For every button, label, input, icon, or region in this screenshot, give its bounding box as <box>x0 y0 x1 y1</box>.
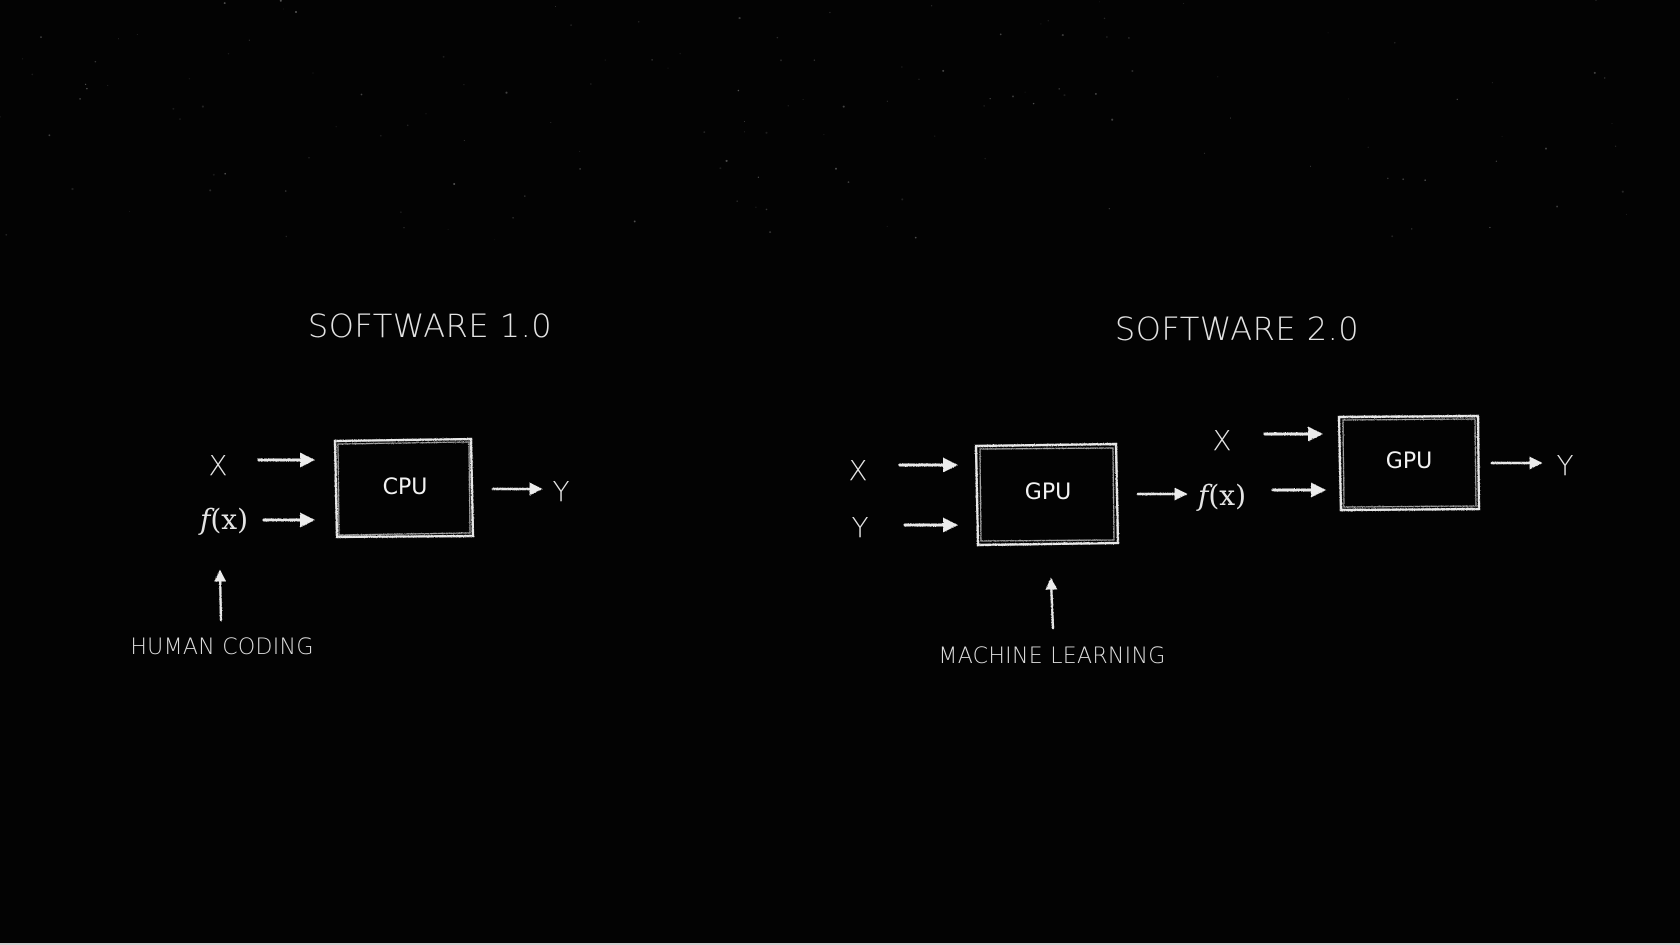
left-panel-drawing <box>214 437 543 622</box>
output-y-label: Y <box>552 475 570 508</box>
gpu-stage2-label: GPU <box>1385 449 1433 474</box>
stage1-input-y-label: Y <box>851 511 869 544</box>
arrow-up-icon <box>1045 577 1058 630</box>
stage2-output-y-label: Y <box>1556 449 1574 482</box>
human-coding-label: HUMAN CODING <box>130 635 314 660</box>
stage1-output-fx-label: f(x) <box>1197 479 1247 512</box>
stage1-input-x-label: X <box>848 454 868 487</box>
software-2-title: SOFTWARE 2.0 <box>1114 310 1360 348</box>
cpu-label: CPU <box>382 475 428 500</box>
input-x-label: X <box>208 449 228 482</box>
input-fx-label: f(x) <box>199 503 249 536</box>
arrow-up-icon <box>214 569 227 622</box>
stage2-input-x-label: X <box>1212 424 1232 457</box>
software-1-title: SOFTWARE 1.0 <box>307 307 553 345</box>
gpu-stage1-label: GPU <box>1024 480 1072 505</box>
machine-learning-label: MACHINE LEARNING <box>938 644 1166 669</box>
